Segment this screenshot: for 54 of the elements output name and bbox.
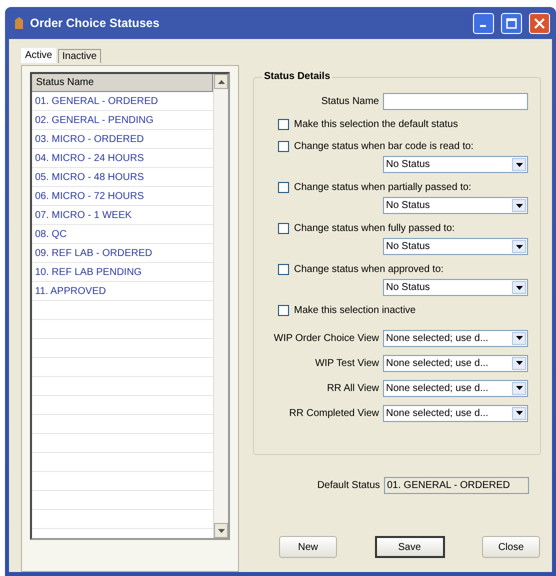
list-item[interactable]: 07. MICRO - 1 WEEK [32, 206, 213, 225]
minimize-icon[interactable] [473, 12, 494, 34]
field-label: WIP Test View [315, 358, 379, 368]
field-label: Default Status [317, 480, 380, 491]
field-label: RR Completed View [289, 408, 379, 418]
scroll-down-icon[interactable] [214, 523, 228, 538]
list-item[interactable]: 03. MICRO - ORDERED [32, 130, 213, 149]
field-label: RR All View [326, 382, 379, 394]
checkbox[interactable] [278, 304, 289, 316]
dialog-button[interactable]: Save [374, 536, 444, 558]
list-item[interactable]: 06. MICRO - 72 HOURS [32, 187, 213, 206]
checkbox[interactable] [278, 222, 289, 234]
list-item[interactable]: 11. APPROVED [32, 282, 213, 301]
list-item[interactable]: 01. GENERAL - ORDERED [32, 92, 213, 111]
status-name-field[interactable] [383, 92, 528, 110]
dropdown[interactable]: No Status [383, 197, 528, 214]
field-label: WIP Order Choice View [274, 332, 379, 344]
dropdown[interactable]: None selected; use d... [383, 354, 528, 372]
dialog-button[interactable]: Close [482, 536, 540, 558]
scroll-up-icon[interactable] [214, 74, 228, 89]
close-icon[interactable] [529, 12, 550, 34]
app-icon [13, 16, 25, 30]
dialog-button[interactable]: New [279, 536, 337, 558]
tab[interactable]: Inactive [58, 49, 101, 63]
checkbox-label: Change status when partially passed to: [294, 182, 472, 192]
dropdown[interactable]: None selected; use d... [383, 380, 528, 396]
field-label: Status Name [321, 96, 379, 106]
scrollbar[interactable] [213, 74, 228, 538]
list-item[interactable]: 09. REF LAB - ORDERED [32, 244, 213, 263]
checkbox-label: Change status when bar code is read to: [294, 140, 474, 152]
dropdown[interactable]: No Status [383, 156, 528, 173]
list-item[interactable]: 02. GENERAL - PENDING [32, 111, 213, 130]
dropdown[interactable]: None selected; use d... [383, 330, 528, 346]
tab[interactable]: Active [21, 48, 56, 63]
checkbox[interactable] [278, 264, 289, 274]
checkbox-label: Make this selection the default status [294, 118, 458, 130]
checkbox-label: Make this selection inactive [294, 304, 416, 316]
maximize-icon[interactable] [501, 12, 522, 34]
checkbox-label: Change status when fully passed to: [294, 222, 455, 234]
checkbox-label: Change status when approved to: [294, 264, 444, 274]
checkbox[interactable] [278, 140, 289, 152]
checkbox[interactable] [278, 118, 289, 130]
checkbox[interactable] [278, 182, 289, 192]
dropdown[interactable]: No Status [383, 279, 528, 296]
list-item[interactable]: 08. QC [32, 225, 213, 244]
default-status-field: 01. GENERAL - ORDERED [384, 477, 529, 494]
group-title: Status Details [262, 71, 332, 82]
list-item[interactable]: 10. REF LAB PENDING [32, 263, 213, 282]
list-item[interactable]: 05. MICRO - 48 HOURS [32, 168, 213, 187]
list-item[interactable]: 04. MICRO - 24 HOURS [32, 149, 213, 168]
dropdown[interactable]: No Status [383, 238, 528, 255]
column-header[interactable]: Status Name [32, 74, 213, 92]
window-title: Order Choice Statuses [30, 16, 160, 30]
dropdown[interactable]: None selected; use d... [383, 404, 528, 422]
